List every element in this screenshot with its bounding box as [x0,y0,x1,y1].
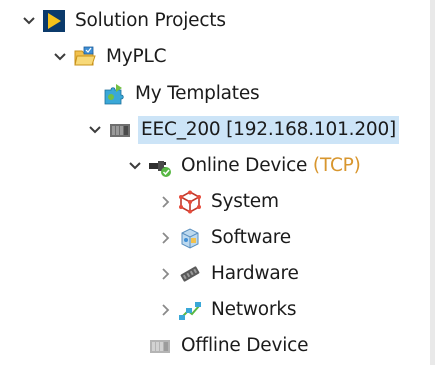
tree-item-online-device[interactable]: Online Device (TCP) [126,148,364,184]
chevron-right-icon[interactable] [156,220,174,256]
tree-item-label: Solution Projects [75,10,226,31]
chevron-right-icon[interactable] [156,292,174,328]
tree-item-label: My Templates [135,83,260,104]
tree-item-label: Hardware [211,263,299,284]
tree-item-label: EEC_200 [192.168.101.200] [138,116,400,144]
chevron-down-icon[interactable] [51,39,69,75]
online-device-name: Online Device [181,155,308,176]
chevron-down-icon[interactable] [126,148,144,184]
tree-item-software[interactable]: Software [156,220,294,256]
tree-item-myplc[interactable]: MyPLC [51,39,169,75]
protocol-badge: (TCP) [312,155,361,176]
chevron-down-icon[interactable] [20,3,38,39]
tree-item-label: MyPLC [106,46,167,67]
templates-puzzle-icon [102,82,126,106]
controller-device-icon [108,118,132,142]
tree-item-label: System [211,191,279,212]
tree-item-label: Networks [211,299,297,320]
tree-item-solution-projects[interactable]: Solution Projects [20,3,229,39]
tree-item-system[interactable]: System [156,184,282,220]
project-folder-icon [73,45,97,69]
tree-item-my-templates[interactable]: My Templates [102,76,262,112]
chevron-right-icon[interactable] [156,184,174,220]
networks-icon [178,298,202,322]
chevron-down-icon[interactable] [86,112,104,148]
tree-item-hardware[interactable]: Hardware [156,256,302,292]
tree-item-label: Offline Device [181,335,309,356]
chevron-right-icon[interactable] [156,256,174,292]
tree-item-eec-200[interactable]: EEC_200 [192.168.101.200] [86,112,400,148]
hardware-chip-icon [178,262,202,286]
software-box-icon [178,226,202,250]
tree-item-offline-device[interactable]: Offline Device [148,328,311,364]
project-tree-pane: Solution Projects MyPLC My Templates EEC… [0,0,430,365]
offline-device-icon [148,334,172,358]
tree-item-networks[interactable]: Networks [156,292,299,328]
solution-logo-icon [42,9,66,33]
network-plug-icon [148,154,172,178]
tree-item-label: Software [211,227,291,248]
system-cube-icon [178,190,202,214]
tree-item-label: Online Device (TCP) [178,152,364,180]
pane-border [430,0,435,365]
